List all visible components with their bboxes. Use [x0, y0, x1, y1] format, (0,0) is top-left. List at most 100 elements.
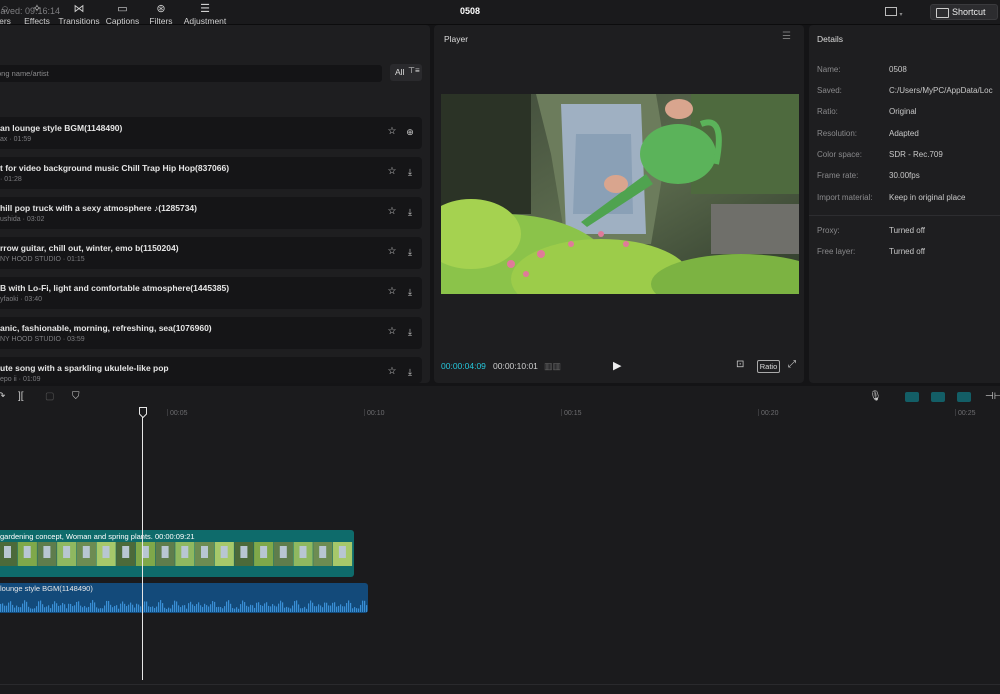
waveform-bar: [220, 607, 222, 612]
waveform-bar: [342, 606, 344, 612]
waveform-bar: [0, 603, 2, 612]
tab-captions[interactable]: ▭ Captions: [104, 3, 141, 26]
playhead[interactable]: [142, 414, 143, 680]
layout-button[interactable]: ▾: [885, 6, 907, 18]
music-meta: ushida · 03:02: [0, 216, 45, 223]
waveform-bar: [134, 607, 136, 612]
thumbnail-figure: [102, 546, 110, 558]
star-icon[interactable]: ☆: [386, 326, 398, 338]
waveform-bar: [314, 606, 316, 612]
tab-filters[interactable]: ⊛ Filters: [147, 3, 175, 26]
tab-transitions[interactable]: ⋈ Transitions: [57, 3, 101, 26]
waveform-bar: [170, 608, 172, 612]
redo-icon[interactable]: ↷: [0, 391, 5, 402]
waveform-bar: [154, 607, 156, 612]
video-clip-label: gardening concept, Woman and spring plan…: [0, 532, 195, 541]
tab-effects[interactable]: ✧ Effects: [22, 3, 52, 26]
list-item[interactable]: t for video background music Chill Trap …: [0, 157, 422, 189]
star-icon[interactable]: ☆: [386, 126, 398, 138]
filter-dropdown[interactable]: All ⊤≡: [390, 64, 422, 81]
waveform-bar: [192, 604, 194, 612]
thumbnail-figure: [122, 546, 130, 558]
waveform-bar: [90, 602, 92, 612]
waveform-bar: [2, 603, 4, 612]
detail-key: Proxy:: [817, 226, 840, 235]
zoom-fit-icon[interactable]: ⊣⊢: [985, 391, 1000, 402]
current-timecode: 00:00:04:09: [441, 361, 486, 371]
frames-icon[interactable]: ▥▥: [544, 361, 561, 372]
star-icon[interactable]: ☆: [386, 166, 398, 178]
waveform-bar: [218, 606, 220, 612]
waveform-bar: [256, 602, 258, 612]
tab-adjustment[interactable]: ☰ Adjustment: [182, 3, 228, 26]
download-icon[interactable]: ⤓: [404, 166, 416, 178]
search-input[interactable]: [0, 65, 382, 82]
download-icon[interactable]: ⤓: [404, 286, 416, 298]
waveform-bar: [328, 605, 330, 612]
filter-icon: ⊤≡: [408, 66, 420, 75]
waveform-bar: [18, 607, 20, 612]
music-meta: NY HOOD STUDIO · 01:15: [0, 256, 85, 263]
link-icon[interactable]: [905, 392, 919, 402]
tick-label: 00:25: [958, 410, 976, 417]
fit-icon[interactable]: ⊡: [736, 359, 748, 371]
waveform-bar: [352, 608, 354, 612]
download-icon[interactable]: ⤓: [404, 246, 416, 258]
ratio-button[interactable]: Ratio: [757, 360, 780, 373]
list-item[interactable]: an lounge style BGM(1148490) ax · 01:59 …: [0, 117, 422, 149]
tab-stickers[interactable]: ◌ ers: [0, 3, 18, 26]
waveform-bar: [152, 606, 154, 612]
waveform-bar: [252, 605, 254, 612]
magnet-icon[interactable]: [931, 392, 945, 402]
waveform-bar: [360, 604, 362, 612]
detail-value: Original: [889, 107, 917, 116]
microphone-icon[interactable]: 🎙: [869, 391, 882, 402]
detail-key: Free layer:: [817, 247, 856, 256]
waveform-bar: [150, 606, 152, 612]
preview-axis-icon[interactable]: [957, 392, 971, 402]
waveform-bar: [250, 604, 252, 612]
list-item[interactable]: hill pop truck with a sexy atmosphere ♪(…: [0, 197, 422, 229]
thumbnail-figure: [23, 546, 31, 558]
download-icon[interactable]: ⤓: [404, 206, 416, 218]
star-icon[interactable]: ☆: [386, 286, 398, 298]
download-icon[interactable]: ⤓: [404, 326, 416, 338]
waveform-bar: [60, 605, 62, 612]
list-item[interactable]: B with Lo-Fi, light and comfortable atmo…: [0, 277, 422, 309]
waveform-bar: [260, 604, 262, 612]
menu-icon[interactable]: ☰: [782, 31, 791, 42]
time-ruler[interactable]: [0, 408, 1000, 422]
star-icon[interactable]: ☆: [386, 246, 398, 258]
detail-value: Turned off: [889, 226, 926, 235]
thumbnail-figure: [43, 546, 51, 558]
split-icon[interactable]: ][: [18, 391, 24, 402]
waveform-bar: [332, 602, 334, 612]
waveform-bar: [230, 603, 232, 612]
tick-label: 00:15: [564, 410, 582, 417]
waveform-bar: [128, 604, 130, 612]
marker-icon[interactable]: ⛉: [72, 391, 80, 402]
list-item[interactable]: rrow guitar, chill out, winter, emo b(11…: [0, 237, 422, 269]
waveform-bar: [282, 602, 284, 612]
video-preview[interactable]: [441, 94, 799, 294]
add-icon[interactable]: ⊕: [404, 126, 416, 138]
shortcut-button[interactable]: Shortcut: [930, 4, 998, 20]
fullscreen-icon[interactable]: ⤢: [788, 359, 796, 370]
playhead-handle[interactable]: [139, 407, 147, 418]
waveform-bar: [78, 601, 80, 612]
play-button[interactable]: ▶: [613, 359, 621, 372]
waveform-bar: [264, 603, 266, 612]
download-icon[interactable]: ⤓: [404, 366, 416, 378]
list-item[interactable]: ute song with a sparkling ukulele-like p…: [0, 357, 422, 383]
tab-label: Captions: [105, 16, 140, 26]
delete-icon[interactable]: ▢: [45, 391, 54, 402]
star-icon[interactable]: ☆: [386, 206, 398, 218]
thumbnail-figure: [181, 546, 189, 558]
shortcut-label: Shortcut: [952, 7, 986, 17]
list-item[interactable]: anic, fashionable, morning, refreshing, …: [0, 317, 422, 349]
waveform-bar: [156, 606, 158, 612]
waveform-bar: [110, 604, 112, 612]
star-icon[interactable]: ☆: [386, 366, 398, 378]
waveform-bar: [232, 608, 234, 612]
waveform-bar: [30, 608, 32, 612]
